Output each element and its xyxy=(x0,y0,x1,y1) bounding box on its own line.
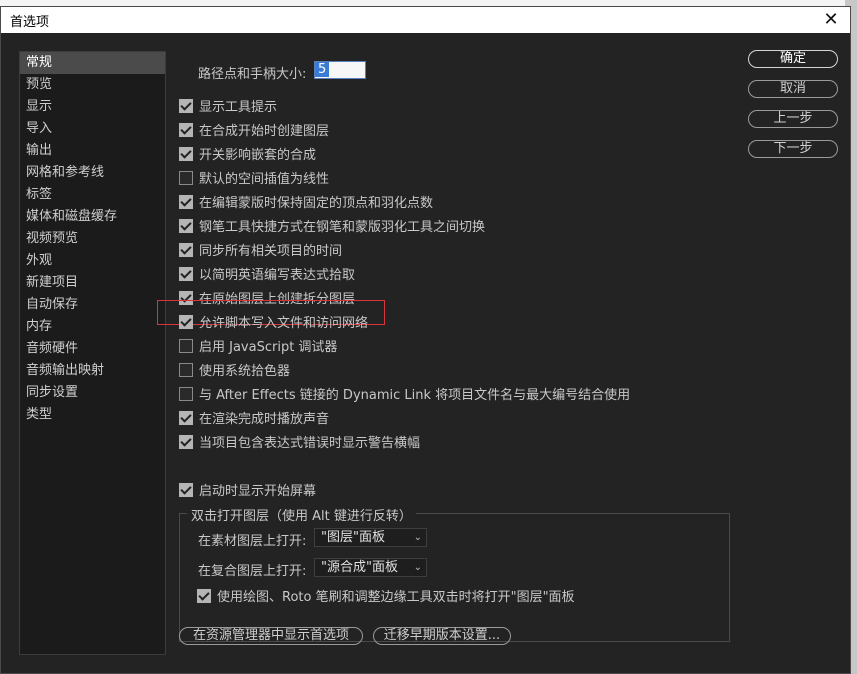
reveal-preferences-button[interactable]: 在资源管理器中显示首选项 xyxy=(179,627,363,645)
sidebar-item-audio-hardware[interactable]: 音频硬件 xyxy=(20,338,165,360)
migrate-settings-button[interactable]: 迁移早期版本设置... xyxy=(373,627,511,645)
comp-layer-open-value: "源合成"面板 xyxy=(321,560,398,575)
sidebar-item-sync-settings[interactable]: 同步设置 xyxy=(20,382,165,404)
option-create-layers-at-comp-start[interactable]: 在合成开始时创建图层 xyxy=(179,120,329,140)
checkbox[interactable] xyxy=(179,171,193,185)
sidebar-item-memory[interactable]: 内存 xyxy=(20,316,165,338)
option-label: 显示工具提示 xyxy=(199,100,278,115)
checkbox[interactable] xyxy=(179,387,193,401)
option-english-expression-pick[interactable]: 以简明英语编写表达式拾取 xyxy=(179,264,355,284)
close-icon[interactable]: ✕ xyxy=(818,7,844,33)
chevron-down-icon: ⌄ xyxy=(413,562,422,573)
sidebar-item-auto-save[interactable]: 自动保存 xyxy=(20,294,165,316)
path-handle-size-label: 路径点和手柄大小: xyxy=(198,67,307,82)
option-sync-related-items-time[interactable]: 同步所有相关项目的时间 xyxy=(179,240,342,260)
option-show-start-screen[interactable]: 启动时显示开始屏幕 xyxy=(179,480,316,500)
option-label: 钢笔工具快捷方式在钢笔和蒙版羽化工具之间切换 xyxy=(199,220,486,235)
dialog-title: 首选项 xyxy=(10,15,50,30)
sidebar-item-output[interactable]: 输出 xyxy=(20,140,165,162)
option-label: 与 After Effects 链接的 Dynamic Link 将项目文件名与… xyxy=(199,388,631,403)
checkbox[interactable] xyxy=(197,589,211,603)
path-handle-size-value: 5 xyxy=(315,62,330,77)
sidebar-item-video-preview[interactable]: 视频预览 xyxy=(20,228,165,250)
sidebar-item-preview[interactable]: 预览 xyxy=(20,74,165,96)
option-system-color-picker[interactable]: 使用系统拾色器 xyxy=(179,360,290,380)
comp-layer-open-label: 在复合图层上打开: xyxy=(198,564,307,579)
checkbox[interactable] xyxy=(179,411,193,425)
option-label: 开关影响嵌套的合成 xyxy=(199,148,317,163)
title-bar: 首选项 ✕ xyxy=(1,7,850,33)
option-label: 同步所有相关项目的时间 xyxy=(199,244,343,259)
checkbox[interactable] xyxy=(179,147,193,161)
option-paint-tools-open-layer-panel[interactable]: 使用绘图、Roto 笔刷和调整边缘工具双击时将打开"图层"面板 xyxy=(197,586,575,606)
checkbox[interactable] xyxy=(179,435,193,449)
checkbox[interactable] xyxy=(179,195,193,209)
checkbox[interactable] xyxy=(179,99,193,113)
footage-layer-open-value: "图层"面板 xyxy=(321,530,385,545)
checkbox[interactable] xyxy=(179,267,193,281)
option-label: 默认的空间插值为线性 xyxy=(199,172,330,187)
option-allow-scripts-network[interactable]: 允许脚本写入文件和访问网络 xyxy=(179,312,368,332)
option-label: 启用 JavaScript 调试器 xyxy=(199,340,338,355)
option-label: 使用绘图、Roto 笔刷和调整边缘工具双击时将打开"图层"面板 xyxy=(217,590,575,605)
sidebar-item-display[interactable]: 显示 xyxy=(20,96,165,118)
previous-button[interactable]: 上一步 xyxy=(748,110,838,128)
checkbox[interactable] xyxy=(179,483,193,497)
checkbox[interactable] xyxy=(179,219,193,233)
checkbox[interactable] xyxy=(179,363,193,377)
footage-layer-open-label: 在素材图层上打开: xyxy=(198,534,307,549)
sidebar-item-new-project[interactable]: 新建项目 xyxy=(20,272,165,294)
double-click-group-legend: 双击打开图层（使用 Alt 键进行反转） xyxy=(187,505,416,524)
option-pen-tool-shortcut-toggle[interactable]: 钢笔工具快捷方式在钢笔和蒙版羽化工具之间切换 xyxy=(179,216,485,236)
footage-layer-open-select[interactable]: "图层"面板 ⌄ xyxy=(314,528,427,547)
checkbox[interactable] xyxy=(179,315,193,329)
option-label: 当项目包含表达式错误时显示警告横幅 xyxy=(199,436,421,451)
option-expression-error-banner[interactable]: 当项目包含表达式错误时显示警告横幅 xyxy=(179,432,420,452)
checkbox[interactable] xyxy=(179,339,193,353)
cancel-button[interactable]: 取消 xyxy=(748,80,838,98)
sidebar-item-audio-output-mapping[interactable]: 音频输出映射 xyxy=(20,360,165,382)
checkbox[interactable] xyxy=(179,243,193,257)
option-default-linear-interpolation[interactable]: 默认的空间插值为线性 xyxy=(179,168,329,188)
option-label: 在渲染完成时播放声音 xyxy=(199,412,330,427)
option-dynamic-link-max-number[interactable]: 与 After Effects 链接的 Dynamic Link 将项目文件名与… xyxy=(179,384,630,404)
category-list: 常规 预览 显示 导入 输出 网格和参考线 标签 媒体和磁盘缓存 视频预览 外观… xyxy=(19,51,166,655)
option-preserve-vertex-count[interactable]: 在编辑蒙版时保持固定的顶点和羽化点数 xyxy=(179,192,433,212)
option-label: 在编辑蒙版时保持固定的顶点和羽化点数 xyxy=(199,196,434,211)
comp-layer-open-select[interactable]: "源合成"面板 ⌄ xyxy=(314,558,427,577)
ok-button[interactable]: 确定 xyxy=(748,50,838,68)
sidebar-item-type[interactable]: 类型 xyxy=(20,404,165,426)
option-label: 使用系统拾色器 xyxy=(199,364,291,379)
sidebar-item-appearance[interactable]: 外观 xyxy=(20,250,165,272)
sidebar-item-grids-guides[interactable]: 网格和参考线 xyxy=(20,162,165,184)
preferences-dialog: 首选项 ✕ 常规 预览 显示 导入 输出 网格和参考线 标签 媒体和磁盘缓存 视… xyxy=(0,6,851,674)
option-switches-affect-nested[interactable]: 开关影响嵌套的合成 xyxy=(179,144,316,164)
option-label: 允许脚本写入文件和访问网络 xyxy=(199,316,369,331)
option-label: 启动时显示开始屏幕 xyxy=(199,484,317,499)
sidebar-item-general[interactable]: 常规 xyxy=(20,52,165,74)
dialog-content: 常规 预览 显示 导入 输出 网格和参考线 标签 媒体和磁盘缓存 视频预览 外观… xyxy=(1,33,850,673)
option-label: 以简明英语编写表达式拾取 xyxy=(199,268,356,283)
sidebar-item-labels[interactable]: 标签 xyxy=(20,184,165,206)
sidebar-item-media-cache[interactable]: 媒体和磁盘缓存 xyxy=(20,206,165,228)
sidebar-item-import[interactable]: 导入 xyxy=(20,118,165,140)
option-play-sound-on-render[interactable]: 在渲染完成时播放声音 xyxy=(179,408,329,428)
checkbox[interactable] xyxy=(179,123,193,137)
path-handle-size-input[interactable]: 5 xyxy=(314,61,366,79)
option-enable-js-debugger[interactable]: 启用 JavaScript 调试器 xyxy=(179,336,337,356)
chevron-down-icon: ⌄ xyxy=(413,532,422,543)
next-button[interactable]: 下一步 xyxy=(748,140,838,158)
option-show-tooltips[interactable]: 显示工具提示 xyxy=(179,96,277,116)
option-label: 在合成开始时创建图层 xyxy=(199,124,330,139)
